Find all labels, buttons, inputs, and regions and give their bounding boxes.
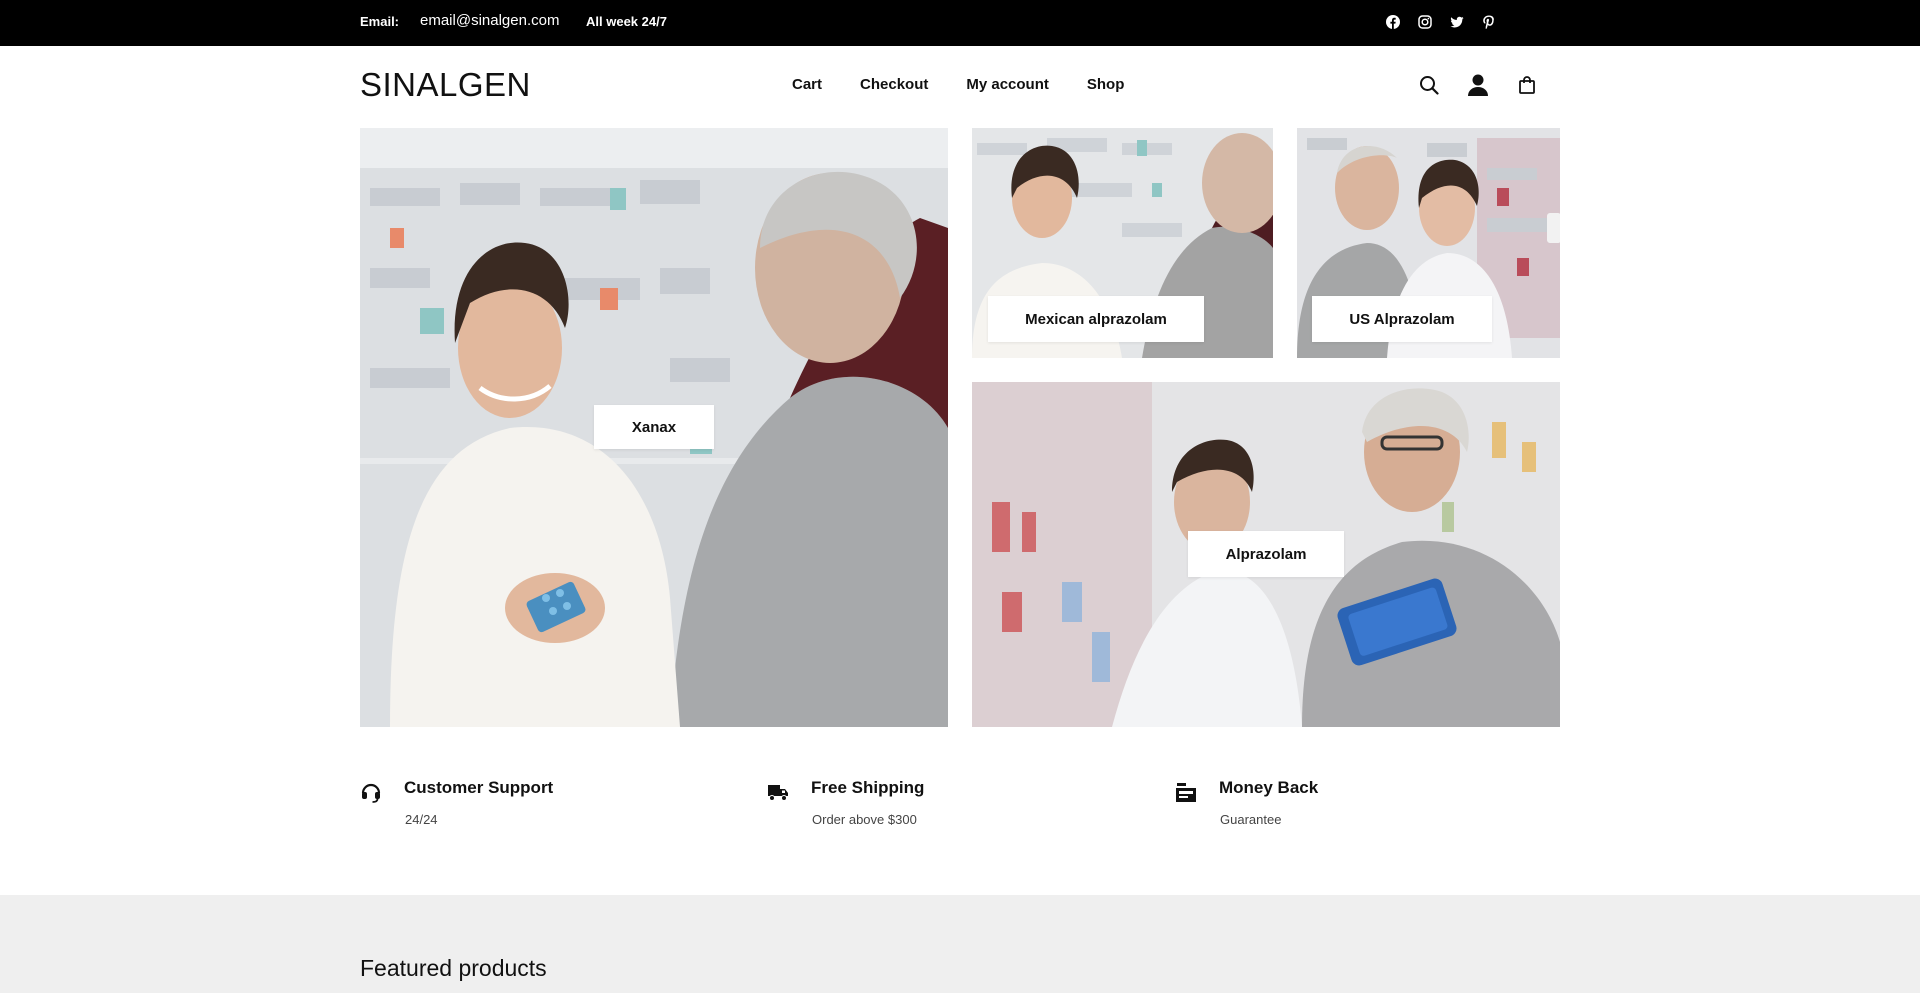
email-link[interactable]: email@sinalgen.com [420,12,559,29]
truck-icon [768,785,788,801]
banner-alprazolam[interactable]: Alprazolam [972,382,1560,727]
user-icon[interactable] [1466,73,1490,97]
site-logo[interactable]: SINALGEN [360,66,531,104]
feature-title: Customer Support [404,778,554,797]
banner-us-alprazolam[interactable]: US Alprazolam [1297,128,1560,358]
nav-checkout[interactable]: Checkout [860,76,928,93]
facebook-icon[interactable] [1384,13,1402,31]
email-label: Email: [360,14,400,29]
hours-text: All week 24/7 [586,14,667,29]
pinterest-icon[interactable] [1480,13,1498,31]
feature-subtitle: 24/24 [405,812,438,827]
header-icons [1417,73,1539,97]
feature-title: Money Back [1219,778,1319,797]
instagram-icon[interactable] [1416,13,1434,31]
feature-subtitle: Order above $300 [812,812,917,827]
nav-shop[interactable]: Shop [1087,76,1125,93]
banner-alprazolam-label[interactable]: Alprazolam [1188,531,1344,577]
search-icon[interactable] [1417,73,1441,97]
banner-mexican-alprazolam-label[interactable]: Mexican alprazolam [988,296,1204,342]
banner-mexican-alprazolam[interactable]: Mexican alprazolam [972,128,1273,358]
featured-products-section: Featured products [0,895,1920,993]
feature-title: Free Shipping [811,778,925,797]
banner-xanax[interactable]: Xanax [360,128,948,727]
site-header: SINALGEN Cart Checkout My account Shop [0,46,1920,128]
section-title: Featured products [360,955,547,981]
nav-cart[interactable]: Cart [792,76,822,93]
social-links [1384,13,1498,31]
banner-us-alprazolam-label[interactable]: US Alprazolam [1312,296,1492,342]
bag-icon[interactable] [1515,73,1539,97]
top-bar: Email: email@sinalgen.com All week 24/7 [0,0,1920,46]
register-icon [1176,783,1196,802]
twitter-icon[interactable] [1448,13,1466,31]
nav-my-account[interactable]: My account [966,76,1049,93]
banner-xanax-label[interactable]: Xanax [594,405,714,449]
headset-icon [361,783,381,803]
main-nav: Cart Checkout My account Shop [792,76,1162,93]
feature-subtitle: Guarantee [1220,812,1282,827]
